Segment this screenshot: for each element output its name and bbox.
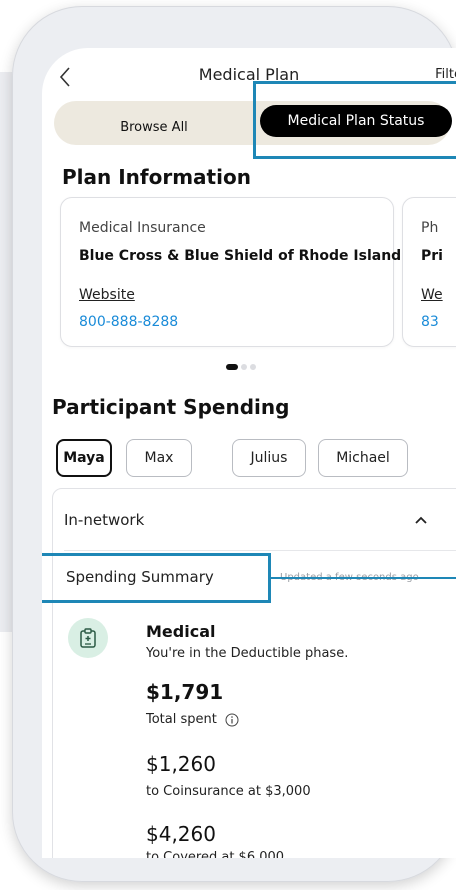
plan-type: Medical Insurance [79, 220, 206, 236]
browse-all-tab[interactable]: Browse All [54, 101, 254, 145]
plan-card-next[interactable]: Ph Pri We 83 [402, 197, 456, 347]
participant-chip-maya[interactable]: Maya [56, 439, 112, 477]
covered-label: to Covered at $6,000 [146, 850, 285, 858]
plan-information-heading: Plan Information [62, 165, 251, 189]
spending-summary-highlight [42, 553, 271, 603]
coinsurance-amount: $1,260 [146, 752, 216, 776]
pager-dot [250, 364, 256, 370]
app-screen: Medical Plan Filte Browse All Medical Pl… [42, 48, 456, 858]
pager-dot [241, 364, 247, 370]
participant-chip-julius[interactable]: Julius [232, 439, 306, 477]
highlight-connector-line [271, 577, 456, 579]
covered-amount: $4,260 [146, 822, 216, 846]
chevron-up-icon[interactable] [414, 515, 428, 525]
plan-name: Blue Cross & Blue Shield of Rhode Island [79, 248, 402, 264]
total-spent-label: Total spent [146, 712, 217, 727]
divider [64, 550, 456, 551]
spending-panel [52, 488, 456, 858]
website-link[interactable]: We [421, 287, 443, 303]
participant-chip-michael[interactable]: Michael [318, 439, 408, 477]
medical-title: Medical [146, 622, 216, 641]
total-spent-amount: $1,791 [146, 680, 224, 704]
filter-button[interactable]: Filte [435, 67, 456, 82]
plan-type: Ph [421, 220, 439, 236]
pager-dot-active [226, 364, 238, 370]
phone-link[interactable]: 83 [421, 314, 439, 330]
website-link[interactable]: Website [79, 287, 135, 303]
network-label: In-network [64, 511, 145, 529]
phase-text: You're in the Deductible phase. [146, 646, 349, 661]
info-icon[interactable] [225, 713, 239, 727]
participant-chip-max[interactable]: Max [126, 439, 192, 477]
medical-clipboard-icon [68, 618, 108, 658]
plan-card-medical[interactable]: Medical Insurance Blue Cross & Blue Shie… [60, 197, 401, 347]
plan-name: Pri [421, 248, 443, 264]
coinsurance-label: to Coinsurance at $3,000 [146, 784, 311, 799]
participant-spending-heading: Participant Spending [52, 395, 290, 419]
phone-link[interactable]: 800-888-8288 [79, 314, 178, 330]
carousel-pager[interactable] [226, 364, 256, 370]
total-spent-label-row: Total spent [146, 712, 239, 727]
status-tab-highlight [253, 81, 456, 159]
